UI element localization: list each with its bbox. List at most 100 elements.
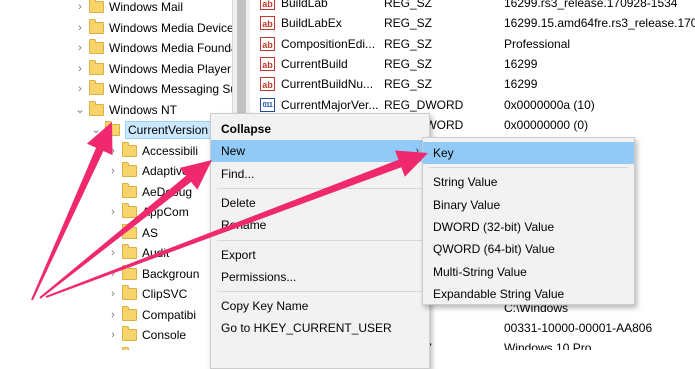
submenu-item-expandable-string-value[interactable]: Expandable String Value <box>423 283 634 305</box>
menu-separator <box>217 239 423 241</box>
value-row[interactable]: ab CurrentBuild REG_SZ 16299 <box>250 54 695 74</box>
submenu-item-string-value[interactable]: String Value <box>423 171 634 193</box>
menu-item-export[interactable]: Export <box>211 244 429 266</box>
menu-item-new[interactable]: New › <box>211 140 429 163</box>
value-row[interactable]: ab CurrentBuildNu... REG_SZ 16299 <box>250 74 695 94</box>
tree-item[interactable]: › Backgroun <box>107 264 199 284</box>
menu-separator <box>217 291 423 293</box>
tree-item-label: Windows Media Player N <box>109 61 232 76</box>
tree-item[interactable]: › Windows Messaging Sub <box>74 79 232 99</box>
folder-icon <box>122 264 137 280</box>
chevron-right-icon[interactable]: › <box>74 79 86 99</box>
chevron-right-icon[interactable]: › <box>74 59 86 79</box>
chevron-right-icon[interactable]: › <box>107 284 119 304</box>
tree-item[interactable]: › Windows Media Foundati <box>74 38 232 58</box>
menu-item-go-to-hkey-current-user[interactable]: Go to HKEY_CURRENT_USER <box>211 317 429 339</box>
value-row[interactable]: ab BuildLabEx REG_SZ 16299.15.amd64fre.rs3_… <box>250 13 695 33</box>
folder-icon <box>89 39 104 54</box>
string-value-icon: ab <box>260 16 275 31</box>
value-type: REG_DWORD <box>384 97 464 112</box>
value-name: CurrentBuildNu... <box>281 77 374 92</box>
folder-icon <box>122 162 137 177</box>
folder-icon <box>122 244 137 259</box>
chevron-right-icon[interactable]: › <box>107 305 119 325</box>
menu-item-find[interactable]: Find... <box>211 163 429 185</box>
menu-separator <box>429 167 628 169</box>
tree-item-label: Console <box>142 328 187 342</box>
value-row[interactable]: ab CompositionEdi... REG_SZ Professional <box>250 34 695 54</box>
chevron-right-icon[interactable]: › <box>74 0 86 17</box>
chevron-right-icon[interactable]: › <box>74 18 86 38</box>
value-data: 16299.rs3_release.170928-1534 <box>504 0 678 10</box>
tree-item-label: Windows Media Foundati <box>109 41 232 55</box>
submenu-item-key[interactable]: Key <box>423 142 634 164</box>
tree-item[interactable]: › Corrupted <box>107 346 195 351</box>
chevron-right-icon[interactable]: › <box>107 346 119 351</box>
tree-item-label: Windows NT <box>109 102 178 117</box>
value-name: CompositionEdi... <box>281 36 376 51</box>
chevron-right-icon[interactable]: › <box>107 325 119 345</box>
tree-item[interactable]: ⌄ Windows NT <box>74 100 177 120</box>
tree-item[interactable]: › AppCom <box>107 202 189 222</box>
tree-item-label: Windows Mail <box>109 0 184 14</box>
menu-item-collapse[interactable]: Collapse <box>211 118 429 140</box>
tree-item-label: CurrentVersion <box>125 121 212 139</box>
tree-item[interactable]: › Audit <box>107 243 169 263</box>
value-type: REG_SZ <box>384 77 433 92</box>
chevron-right-icon[interactable]: › <box>107 141 119 161</box>
tree-item[interactable]: › Windows Media Player N <box>74 59 232 79</box>
tree-item[interactable]: › Accessibili <box>107 141 198 161</box>
chevron-down-icon[interactable]: ⌄ <box>90 120 102 140</box>
value-name: BuildLab <box>281 0 328 10</box>
tree-item[interactable]: ⌄ CurrentVersion <box>90 120 212 140</box>
tree-item-label: AS <box>142 225 159 240</box>
tree-item[interactable]: › ClipSVC <box>107 284 187 304</box>
tree-item[interactable]: AS <box>107 223 158 243</box>
folder-icon <box>89 100 104 116</box>
folder-icon <box>122 223 137 239</box>
menu-item-delete[interactable]: Delete <box>211 192 429 214</box>
submenu-item-binary-value[interactable]: Binary Value <box>423 194 634 216</box>
tree-item-label: Windows Media Device M <box>109 20 232 35</box>
chevron-right-icon[interactable]: › <box>107 161 119 181</box>
chevron-right-icon[interactable]: › <box>107 264 119 284</box>
folder-icon <box>122 285 137 300</box>
string-value-icon: ab <box>260 77 275 92</box>
tree-item-label: Compatibi <box>142 307 197 322</box>
menu-item-copy-key-name[interactable]: Copy Key Name <box>211 295 429 317</box>
folder-icon <box>122 182 137 198</box>
folder-icon <box>122 141 137 157</box>
menu-item-rename[interactable]: Rename <box>211 214 429 236</box>
value-data: 16299 <box>504 56 538 71</box>
string-value-icon: ab <box>260 36 275 51</box>
menu-item-permissions[interactable]: Permissions... <box>211 266 429 288</box>
tree-item[interactable]: › Compatibi <box>107 305 196 325</box>
chevron-right-icon[interactable]: › <box>107 202 119 222</box>
chevron-right-icon[interactable]: › <box>74 38 86 58</box>
tree-item[interactable]: › Console <box>107 325 186 345</box>
tree-item-label: Accessibili <box>142 143 199 158</box>
value-type: REG_SZ <box>384 0 433 10</box>
value-row[interactable]: ab BuildLab REG_SZ 16299.rs3_release.170928… <box>250 0 695 13</box>
chevron-right-icon[interactable]: › <box>107 243 119 263</box>
tree-item[interactable]: AeDebug <box>107 182 192 202</box>
submenu-item-qword-64-bit-value[interactable]: QWORD (64-bit) Value <box>423 238 634 260</box>
menu-separator <box>217 187 423 189</box>
string-value-icon: ab <box>260 56 275 71</box>
tree-item[interactable]: › Windows Media Device M <box>74 18 232 38</box>
registry-tree-pane[interactable]: › Windows Mail › Windows Media Device M › Win… <box>0 0 232 350</box>
submenu-item-multi-string-value[interactable]: Multi-String Value <box>423 261 634 283</box>
tree-item[interactable]: › Windows Mail <box>74 0 183 17</box>
value-data: Windows 10 Pro <box>504 341 592 350</box>
chevron-down-icon[interactable]: ⌄ <box>74 100 86 120</box>
value-data: 0x00000000 (0) <box>504 117 589 132</box>
value-row[interactable]: 011 CurrentMajorVer... REG_DWORD 0x0000000a… <box>250 95 695 115</box>
string-value-icon: ab <box>260 0 275 10</box>
submenu-item-dword-32-bit-value[interactable]: DWORD (32-bit) Value <box>423 216 634 238</box>
value-data: 00331-10000-00001-AA806 <box>504 320 653 335</box>
tree-item[interactable]: › AdaptiveD <box>107 161 197 181</box>
value-type: REG_SZ <box>384 16 433 31</box>
value-type: REG_SZ <box>384 36 433 51</box>
